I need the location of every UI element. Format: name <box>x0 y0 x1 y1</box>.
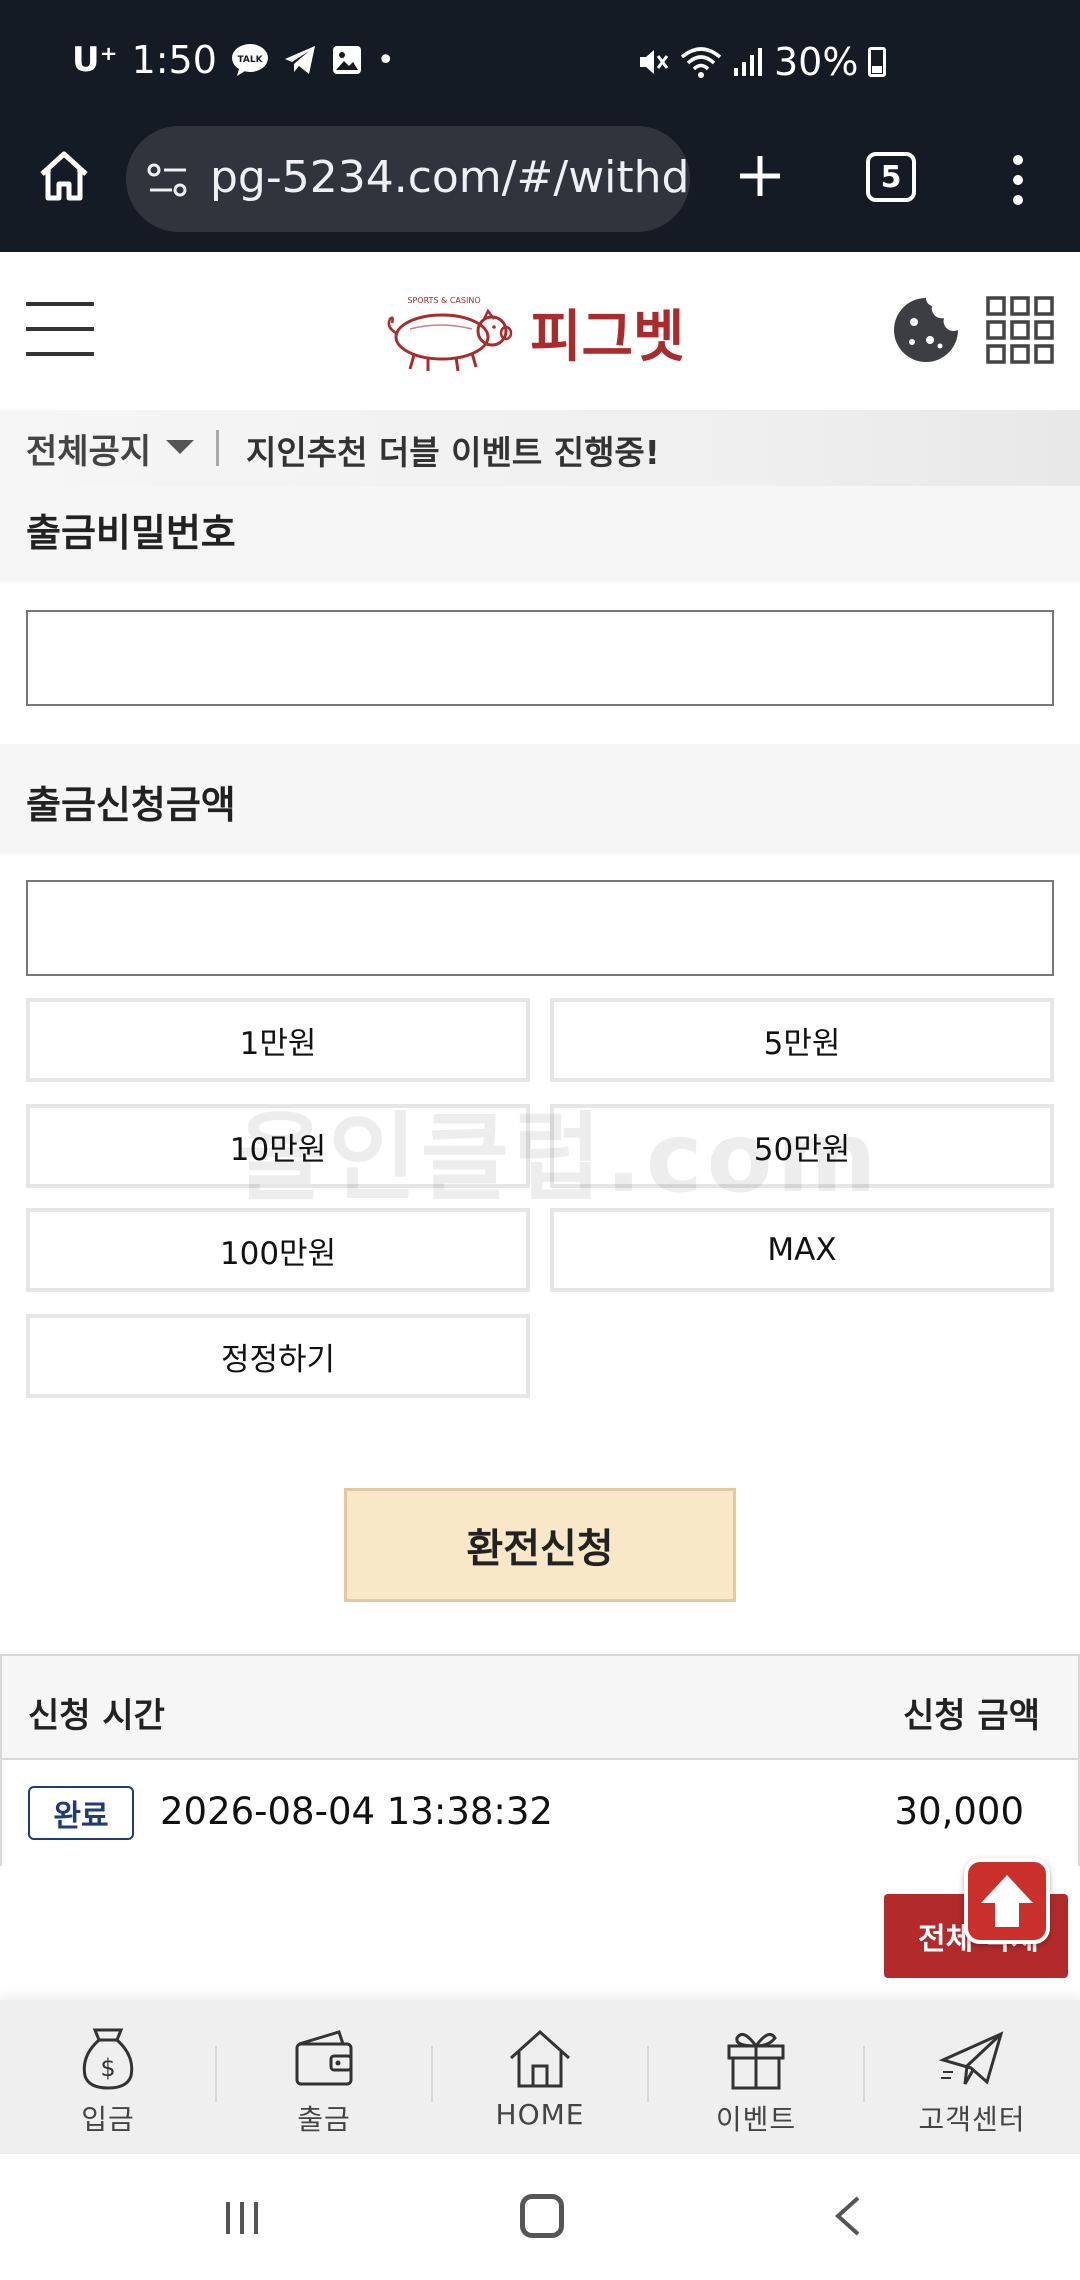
carrier-label: U⁺ <box>72 40 118 80</box>
amount-1000000-button[interactable]: 100만원 <box>26 1208 530 1292</box>
notice-divider <box>216 430 219 466</box>
nav-support-label: 고객센터 <box>918 2103 1026 2136</box>
system-navigation-bar <box>0 2154 1080 2280</box>
withdraw-submit-button[interactable]: 환전신청 <box>344 1488 736 1602</box>
bottom-navigation: $ 입금 출금 HOME 이벤트 고객센터 <box>0 2000 1080 2154</box>
url-text: pg-5234.com/#/withdr <box>210 152 690 203</box>
gift-icon <box>727 2032 785 2090</box>
recent-apps-icon[interactable] <box>222 2198 262 2238</box>
site-logo[interactable]: SPORTS & CASINO 피그벳 <box>380 282 710 382</box>
wallet-icon <box>295 2030 353 2086</box>
money-bag-icon: $ <box>82 2028 134 2090</box>
notice-text[interactable]: 지인추천 더블 이벤트 진행중! <box>246 426 660 474</box>
table-row: 완료 2026-08-04 13:38:32 30,000 <box>2 1762 1078 1866</box>
signal-icon <box>734 48 762 76</box>
new-tab-icon[interactable] <box>736 152 784 200</box>
back-icon[interactable] <box>828 2194 868 2238</box>
more-notifications-dot: • <box>376 42 395 78</box>
notice-category[interactable]: 전체공지 <box>26 424 151 473</box>
arrow-up-icon <box>981 1875 1033 1927</box>
amount-100000-button[interactable]: 10만원 <box>26 1104 530 1188</box>
svg-text:$: $ <box>100 2054 115 2082</box>
hamburger-menu-icon[interactable] <box>26 298 94 360</box>
nav-home-label: HOME <box>495 2098 585 2131</box>
gallery-icon <box>332 46 361 74</box>
address-bar[interactable]: pg-5234.com/#/withdr <box>126 126 690 232</box>
logo-text: 피그벳 <box>530 304 685 370</box>
nav-withdraw-label: 출금 <box>297 2103 351 2136</box>
nav-deposit[interactable]: $ 입금 <box>0 2000 216 2154</box>
tab-switcher-button[interactable]: 5 <box>866 152 916 202</box>
pig-logo-icon: SPORTS & CASINO <box>387 296 513 372</box>
svg-text:TALK: TALK <box>237 55 263 65</box>
telegram-icon <box>284 46 315 74</box>
paper-plane-icon <box>939 2031 1004 2085</box>
kakaotalk-icon: TALK <box>231 44 268 76</box>
status-badge: 완료 <box>28 1786 134 1840</box>
nav-event[interactable]: 이벤트 <box>648 2000 864 2154</box>
system-home-icon[interactable] <box>520 2194 564 2238</box>
house-icon <box>509 2029 571 2088</box>
status-bar: U⁺ 1:50 TALK • 30% <box>0 0 1080 112</box>
column-header-time: 신청 시간 <box>28 1696 165 1736</box>
browser-home-icon[interactable] <box>36 148 92 204</box>
site-header: SPORTS & CASINO 피그벳 <box>0 252 1080 410</box>
scroll-to-top-button[interactable] <box>964 1858 1050 1944</box>
table-header: 신청 시간 신청 금액 <box>2 1656 1078 1760</box>
mute-icon <box>640 50 669 74</box>
amount-10000-button[interactable]: 1만원 <box>26 998 530 1082</box>
more-menu-icon[interactable] <box>1000 152 1036 208</box>
withdraw-password-input[interactable] <box>26 610 1054 706</box>
request-amount: 30,000 <box>894 1790 1024 1833</box>
nav-support[interactable]: 고객센터 <box>864 2000 1080 2154</box>
browser-toolbar: pg-5234.com/#/withdr 5 <box>0 112 1080 252</box>
cookie-icon[interactable] <box>892 296 960 364</box>
amount-500000-button[interactable]: 50만원 <box>550 1104 1054 1188</box>
tab-count: 5 <box>880 159 902 195</box>
withdraw-amount-input[interactable] <box>26 880 1054 976</box>
site-settings-icon[interactable] <box>146 160 190 200</box>
app-grid-icon[interactable] <box>986 296 1054 364</box>
request-time: 2026-08-04 13:38:32 <box>160 1790 553 1833</box>
caret-down-icon[interactable] <box>166 440 194 454</box>
amount-reset-button[interactable]: 정정하기 <box>26 1314 530 1398</box>
nav-event-label: 이벤트 <box>715 2103 797 2136</box>
nav-withdraw[interactable]: 출금 <box>216 2000 432 2154</box>
nav-home[interactable]: HOME <box>432 2000 648 2154</box>
password-section-header: 출금비밀번호 <box>0 486 1080 582</box>
password-label: 출금비밀번호 <box>26 511 236 555</box>
column-header-amount: 신청 금액 <box>903 1696 1040 1736</box>
notice-bar[interactable]: 전체공지 지인추천 더블 이벤트 진행중! <box>0 410 1080 486</box>
withdraw-history-table: 신청 시간 신청 금액 완료 2026-08-04 13:38:32 30,00… <box>0 1654 1080 1866</box>
battery-icon <box>868 47 887 77</box>
amount-max-button[interactable]: MAX <box>550 1208 1054 1292</box>
wifi-icon <box>680 47 722 78</box>
amount-50000-button[interactable]: 5만원 <box>550 998 1054 1082</box>
clock: 1:50 <box>131 38 217 82</box>
amount-label: 출금신청금액 <box>26 783 236 827</box>
battery-percent: 30% <box>774 40 859 84</box>
nav-deposit-label: 입금 <box>81 2103 135 2136</box>
logo-subtext: SPORTS & CASINO <box>407 296 480 305</box>
amount-section-header: 출금신청금액 <box>0 744 1080 854</box>
